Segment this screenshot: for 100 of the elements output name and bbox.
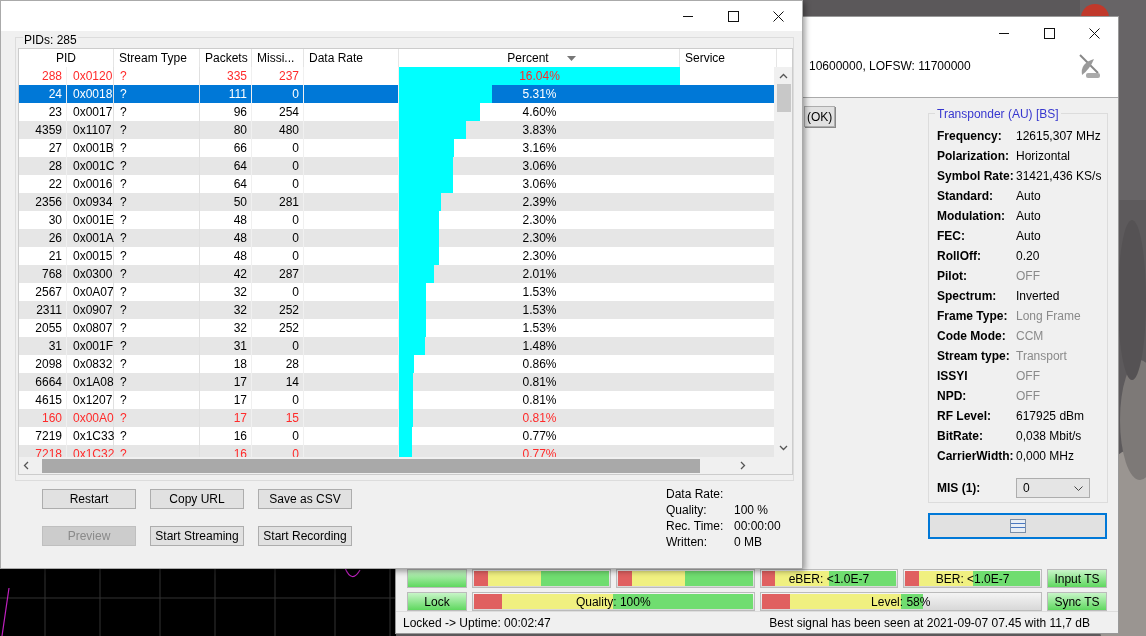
table-cell: 17 <box>200 373 252 391</box>
maximize-icon[interactable] <box>1044 28 1055 39</box>
list-icon <box>1009 519 1026 533</box>
table-cell: 0x001C <box>67 157 114 175</box>
table-cell: 17 <box>200 409 252 427</box>
field-value: Long Frame <box>1016 308 1082 325</box>
table-cell: 2.30% <box>522 231 557 245</box>
field-label: Standard: <box>937 188 994 205</box>
table-cell: 48 <box>200 229 252 247</box>
table-row[interactable]: 2356 0x0934 ? 50 281 2.39% <box>19 193 775 211</box>
table-cell: 14 <box>252 373 304 391</box>
column-header[interactable]: Missi... <box>252 49 304 67</box>
field-value: Inverted <box>1016 288 1061 305</box>
table-cell: ? <box>114 301 200 319</box>
info-value: 00:00:00 <box>734 519 781 533</box>
table-cell: ? <box>114 85 200 103</box>
info-label: Quality: <box>666 503 708 517</box>
dropdown-caret-icon <box>1074 485 1083 491</box>
table-cell: 3.06% <box>522 177 557 191</box>
table-cell: ? <box>114 409 200 427</box>
field-value: OFF <box>1016 388 1041 405</box>
table-row[interactable]: 6664 0x1A08 ? 17 14 0.81% <box>19 373 775 391</box>
field-label: Frequency: <box>937 128 1003 145</box>
scroll-left-icon[interactable] <box>23 461 29 470</box>
field-value: Auto <box>1016 188 1042 205</box>
status-indicator: Sync TS <box>1047 592 1107 611</box>
table-cell: 2356 <box>19 193 67 211</box>
group-label: PIDs: 285 <box>23 34 78 46</box>
field-label: BitRate: <box>937 428 984 445</box>
field-label: NPD: <box>937 388 968 405</box>
table-cell: 2.30% <box>522 249 557 263</box>
column-header[interactable]: Data Rate <box>304 49 399 67</box>
action-button[interactable]: Start Recording <box>258 526 352 546</box>
table-cell: 5.31% <box>522 87 557 101</box>
field-value: 0,000 MHz <box>1016 448 1076 465</box>
table-row[interactable]: 768 0x0300 ? 42 287 2.01% <box>19 265 775 283</box>
list-button[interactable] <box>928 513 1107 539</box>
table-cell: 0x001F <box>67 337 114 355</box>
table-cell: 2.30% <box>522 213 557 227</box>
field-label: Pilot: <box>937 268 968 285</box>
close-icon[interactable] <box>773 10 784 22</box>
field-label: MIS (1): <box>937 481 982 495</box>
scroll-thumb[interactable] <box>776 84 791 112</box>
table-cell: 0x001A <box>67 229 114 247</box>
table-cell: 3.83% <box>522 123 557 137</box>
table-cell: 28 <box>19 157 67 175</box>
field-label: ISSYI <box>937 368 969 385</box>
action-button[interactable]: Copy URL <box>150 489 244 509</box>
table-cell: 15 <box>252 409 304 427</box>
scroll-down-icon[interactable] <box>779 445 788 451</box>
table-cell: 252 <box>252 301 304 319</box>
table-cell: 0x0907 <box>67 301 114 319</box>
status-text: Best signal has been seen at 2021-09-07 07.45 with 11,7 dB <box>769 615 1090 630</box>
field-value: OFF <box>1016 268 1041 285</box>
field-label: CarrierWidth: <box>937 448 1015 465</box>
table-row[interactable]: 28 0x001C ? 64 0 3.06% <box>19 157 775 175</box>
table-row[interactable]: 31 0x001F ? 31 0 1.48% <box>19 337 775 355</box>
table-cell: 31 <box>200 337 252 355</box>
table-cell: 1.53% <box>522 285 557 299</box>
field-label: RollOff: <box>937 248 982 265</box>
table-cell: 50 <box>200 193 252 211</box>
field-value: 12615,307 MHz <box>1016 128 1102 145</box>
action-button[interactable]: Start Streaming <box>150 526 244 546</box>
table-cell: ? <box>114 337 200 355</box>
table-cell: ? <box>114 193 200 211</box>
scroll-thumb[interactable] <box>42 458 700 473</box>
table-cell: 0.81% <box>522 393 557 407</box>
field-label: Frame Type: <box>937 308 1009 325</box>
scroll-right-icon[interactable] <box>740 461 746 470</box>
table-row[interactable]: 26 0x001A ? 48 0 2.30% <box>19 229 775 247</box>
action-button[interactable]: Save as CSV <box>258 489 352 509</box>
table-row[interactable]: 24 0x0018 ? 111 0 5.31% <box>19 85 775 103</box>
column-header[interactable]: Stream Type <box>114 49 200 67</box>
ok-button[interactable]: (OK) <box>804 106 835 127</box>
info-label: Rec. Time: <box>666 519 725 533</box>
table-cell: 31 <box>19 337 67 355</box>
table-cell: 0 <box>252 337 304 355</box>
close-icon[interactable] <box>1089 28 1100 39</box>
table-cell: 0x1A08 <box>67 373 114 391</box>
table-cell: 281 <box>252 193 304 211</box>
status-text: Locked -> Uptime: 00:02:47 <box>403 615 551 630</box>
maximize-icon[interactable] <box>728 10 739 22</box>
mis-dropdown[interactable]: 0 <box>1016 478 1090 498</box>
column-header[interactable]: PID <box>19 49 114 67</box>
field-label: Spectrum: <box>937 288 998 305</box>
table-cell: ? <box>114 157 200 175</box>
table-cell: 3.16% <box>522 141 557 155</box>
scroll-up-icon[interactable] <box>779 73 788 79</box>
table-row[interactable]: 4359 0x1107 ? 80 480 3.83% <box>19 121 775 139</box>
table-cell: 64 <box>200 157 252 175</box>
table-cell: 4359 <box>19 121 67 139</box>
field-label: Symbol Rate: <box>937 168 1015 185</box>
table-cell: ? <box>114 373 200 391</box>
table-cell: 111 <box>200 85 252 103</box>
column-header[interactable]: Packets <box>200 49 252 67</box>
table-row[interactable]: 2311 0x0907 ? 32 252 1.53% <box>19 301 775 319</box>
field-value: Horizontal <box>1016 148 1072 165</box>
action-button[interactable]: Restart <box>42 489 136 509</box>
table-cell: 26 <box>19 229 67 247</box>
table-cell: 16.04% <box>519 69 560 83</box>
